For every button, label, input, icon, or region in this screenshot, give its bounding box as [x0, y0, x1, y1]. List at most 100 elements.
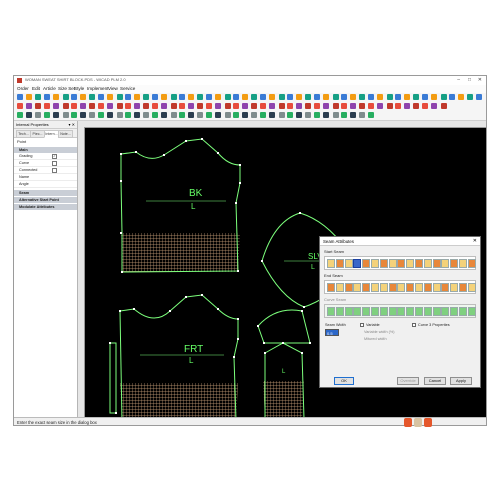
- pattern-point[interactable]: [163, 154, 165, 156]
- toolbar-tool-icon[interactable]: [26, 94, 32, 100]
- toolbar-tool-icon[interactable]: [98, 94, 104, 100]
- toolbar-tool-icon[interactable]: [422, 103, 428, 109]
- seam-type-icon[interactable]: [353, 259, 362, 268]
- seam-type-icon[interactable]: [450, 259, 459, 268]
- toolbar-tool-icon[interactable]: [152, 103, 158, 109]
- toolbar-tool-icon[interactable]: [134, 112, 140, 118]
- seam-type-icon[interactable]: [432, 307, 441, 316]
- toolbar-tool-icon[interactable]: [179, 94, 185, 100]
- toolbar-tool-icon[interactable]: [251, 103, 257, 109]
- seam-type-icon[interactable]: [406, 307, 415, 316]
- toolbar-tool-icon[interactable]: [215, 112, 221, 118]
- seam-type-icon[interactable]: [335, 307, 344, 316]
- toolbar-tool-icon[interactable]: [117, 103, 123, 109]
- toolbar-tool-icon[interactable]: [197, 112, 203, 118]
- pattern-point[interactable]: [201, 138, 203, 140]
- seam-type-icon[interactable]: [379, 307, 388, 316]
- seam-type-icon[interactable]: [441, 283, 450, 292]
- seam-type-icon[interactable]: [406, 283, 415, 292]
- pattern-point[interactable]: [120, 232, 122, 234]
- tab-technical[interactable]: Tech...: [16, 130, 31, 138]
- menu-edit[interactable]: Edit: [32, 86, 40, 91]
- pattern-point[interactable]: [185, 140, 187, 142]
- toolbar-tool-icon[interactable]: [404, 94, 410, 100]
- toolbar-tool-icon[interactable]: [125, 103, 131, 109]
- toolbar-tool-icon[interactable]: [350, 103, 356, 109]
- pattern-point[interactable]: [301, 352, 303, 354]
- menu-implement[interactable]: Implement: [87, 86, 108, 91]
- seam-type-icon[interactable]: [388, 259, 397, 268]
- toolbar-tool-icon[interactable]: [350, 94, 356, 100]
- seam-type-icon[interactable]: [432, 283, 441, 292]
- toolbar-tool-icon[interactable]: [53, 94, 59, 100]
- toolbar-tool-icon[interactable]: [305, 112, 311, 118]
- seam-type-icon[interactable]: [353, 283, 362, 292]
- seam-type-icon[interactable]: [335, 283, 344, 292]
- pattern-point[interactable]: [135, 151, 137, 153]
- pattern-point[interactable]: [201, 294, 203, 296]
- dialog-close-icon[interactable]: ✕: [473, 238, 477, 244]
- toolbar-tool-icon[interactable]: [117, 94, 123, 100]
- toolbar-tool-icon[interactable]: [404, 103, 410, 109]
- seam-type-icon[interactable]: [450, 307, 459, 316]
- toolbar-tool-icon[interactable]: [279, 112, 285, 118]
- toolbar-tool-icon[interactable]: [89, 112, 95, 118]
- toolbar-tool-icon[interactable]: [323, 112, 329, 118]
- pattern-point[interactable]: [185, 296, 187, 298]
- seam-type-icon[interactable]: [415, 307, 423, 316]
- seam-type-icon[interactable]: [441, 307, 450, 316]
- toolbar-tool-icon[interactable]: [341, 112, 347, 118]
- toolbar-tool-icon[interactable]: [171, 112, 177, 118]
- close-button[interactable]: ✕: [478, 77, 482, 83]
- seam-type-icon[interactable]: [459, 307, 467, 316]
- toolbar-tool-icon[interactable]: [251, 94, 257, 100]
- seam-type-icon[interactable]: [327, 259, 335, 268]
- toolbar-tool-icon[interactable]: [377, 103, 383, 109]
- toolbar-tool-icon[interactable]: [296, 103, 302, 109]
- toolbar-tool-icon[interactable]: [152, 112, 158, 118]
- toolbar-tool-icon[interactable]: [341, 94, 347, 100]
- group-alternative-start-point[interactable]: Alternative Start Point: [14, 197, 77, 203]
- toolbar-tool-icon[interactable]: [215, 103, 221, 109]
- pattern-point[interactable]: [217, 152, 219, 154]
- seam-type-icon[interactable]: [379, 259, 388, 268]
- toolbar-tool-icon[interactable]: [197, 103, 203, 109]
- pattern-point[interactable]: [239, 164, 241, 166]
- pattern-point[interactable]: [235, 202, 237, 204]
- prop-name-field[interactable]: Name: [14, 174, 77, 181]
- pattern-point[interactable]: [115, 412, 117, 414]
- toolbar-tool-icon[interactable]: [71, 112, 77, 118]
- toolbar-tool-icon[interactable]: [53, 112, 59, 118]
- seam-type-icon[interactable]: [397, 307, 406, 316]
- pattern-point[interactable]: [237, 338, 239, 340]
- toolbar-tool-icon[interactable]: [359, 94, 365, 100]
- toolbar-tool-icon[interactable]: [476, 94, 482, 100]
- group-modulate-attributes[interactable]: Modulate Attributes: [14, 204, 77, 210]
- seam-type-icon[interactable]: [379, 283, 388, 292]
- toolbar-tool-icon[interactable]: [233, 94, 239, 100]
- toolbar-tool-icon[interactable]: [188, 94, 194, 100]
- toolbar-tool-icon[interactable]: [395, 94, 401, 100]
- toolbar-tool-icon[interactable]: [63, 112, 69, 118]
- toolbar-tool-icon[interactable]: [125, 112, 131, 118]
- toolbar-tool-icon[interactable]: [368, 112, 374, 118]
- toolbar-tool-icon[interactable]: [98, 103, 104, 109]
- toolbar-tool-icon[interactable]: [314, 112, 320, 118]
- seam-type-icon[interactable]: [388, 283, 397, 292]
- seam-type-icon[interactable]: [432, 259, 441, 268]
- curve-checkbox[interactable]: [52, 161, 57, 166]
- taskbar-app-icon[interactable]: [424, 418, 432, 427]
- toolbar-tool-icon[interactable]: [350, 112, 356, 118]
- toolbar-tool-icon[interactable]: [44, 112, 50, 118]
- group-seam[interactable]: Seam: [14, 190, 77, 196]
- toolbar-tool-icon[interactable]: [44, 94, 50, 100]
- toolbar-tool-icon[interactable]: [287, 94, 293, 100]
- pattern-point[interactable]: [169, 310, 171, 312]
- seam-type-icon[interactable]: [415, 259, 423, 268]
- toolbar-tool-icon[interactable]: [251, 112, 257, 118]
- toolbar-tool-icon[interactable]: [269, 103, 275, 109]
- pattern-point[interactable]: [301, 310, 303, 312]
- toolbar-tool-icon[interactable]: [413, 94, 419, 100]
- menu-service[interactable]: Service: [120, 86, 135, 91]
- toolbar-tool-icon[interactable]: [63, 94, 69, 100]
